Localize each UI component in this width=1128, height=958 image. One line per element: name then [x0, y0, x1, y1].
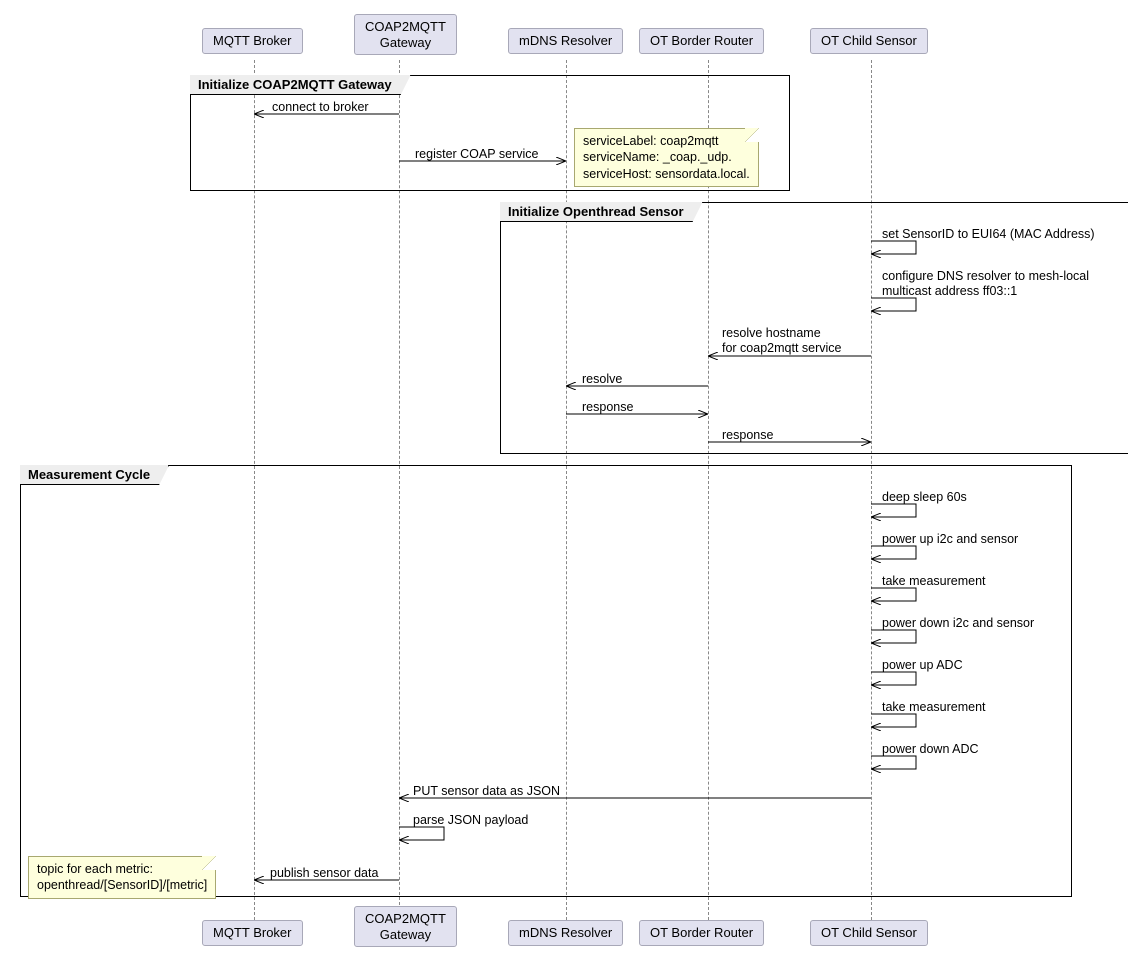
msg-sleep: deep sleep 60s — [882, 490, 967, 505]
participant-otbr-top: OT Border Router — [639, 28, 764, 54]
msg-powerup-i2c: power up i2c and sensor — [882, 532, 1018, 547]
participant-mqtt-bottom: MQTT Broker — [202, 920, 303, 946]
participant-sensor-top: OT Child Sensor — [810, 28, 928, 54]
msg-connect: connect to broker — [272, 100, 369, 115]
group-measurement — [20, 465, 1072, 897]
note-topic: topic for each metric: openthread/[Senso… — [28, 856, 216, 899]
msg-powerdown-adc: power down ADC — [882, 742, 979, 757]
participant-mdns-bottom: mDNS Resolver — [508, 920, 623, 946]
note-service: serviceLabel: coap2mqtt serviceName: _co… — [574, 128, 759, 187]
msg-register: register COAP service — [415, 147, 538, 162]
msg-response2: response — [722, 428, 773, 443]
participant-sensor-bottom: OT Child Sensor — [810, 920, 928, 946]
sequence-diagram: MQTT Broker COAP2MQTT Gateway mDNS Resol… — [10, 10, 1118, 948]
msg-resolve: resolve — [582, 372, 622, 387]
group-init-gateway-label: Initialize COAP2MQTT Gateway — [190, 75, 411, 95]
participant-mqtt-top: MQTT Broker — [202, 28, 303, 54]
msg-response1: response — [582, 400, 633, 415]
msg-resolve-host: resolve hostname for coap2mqtt service — [722, 326, 842, 356]
msg-measure2: take measurement — [882, 700, 986, 715]
msg-powerup-adc: power up ADC — [882, 658, 963, 673]
msg-parse: parse JSON payload — [413, 813, 528, 828]
msg-dnsconfig: configure DNS resolver to mesh-local mul… — [882, 269, 1089, 299]
msg-put-json: PUT sensor data as JSON — [413, 784, 560, 799]
participant-gateway-top: COAP2MQTT Gateway — [354, 14, 457, 55]
group-measurement-label: Measurement Cycle — [20, 465, 169, 485]
msg-sensorid: set SensorID to EUI64 (MAC Address) — [882, 227, 1095, 242]
participant-mdns-top: mDNS Resolver — [508, 28, 623, 54]
msg-measure1: take measurement — [882, 574, 986, 589]
participant-gateway-bottom: COAP2MQTT Gateway — [354, 906, 457, 947]
participant-otbr-bottom: OT Border Router — [639, 920, 764, 946]
msg-publish: publish sensor data — [270, 866, 378, 881]
msg-powerdown-i2c: power down i2c and sensor — [882, 616, 1034, 631]
group-init-sensor-label: Initialize Openthread Sensor — [500, 202, 703, 222]
